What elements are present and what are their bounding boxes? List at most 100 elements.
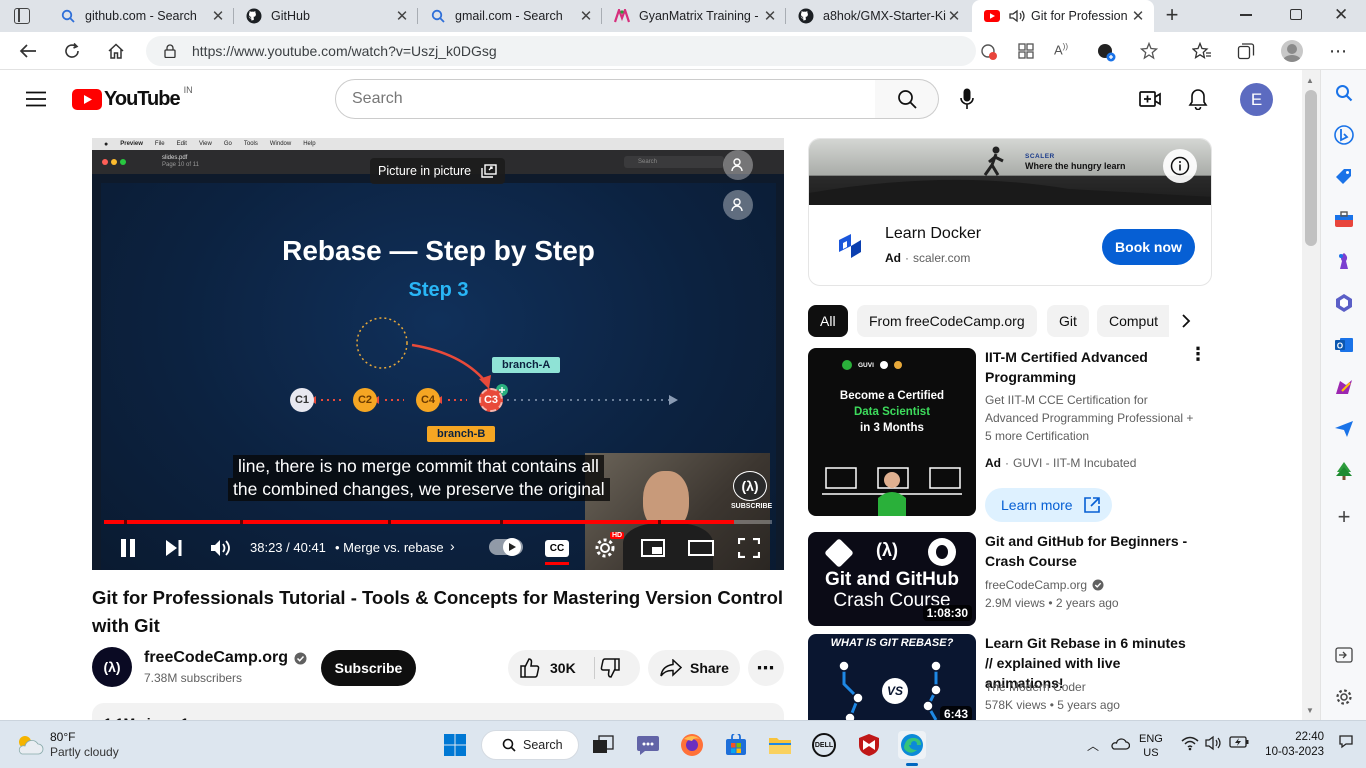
send-icon[interactable] [1333, 418, 1355, 440]
edge-browser-icon[interactable] [898, 731, 926, 766]
collections-button[interactable] [1232, 37, 1260, 65]
search-input[interactable] [352, 90, 852, 108]
home-button[interactable] [102, 37, 130, 65]
new-tab-button[interactable]: + [1162, 4, 1182, 26]
close-tab-icon[interactable]: ✕ [210, 7, 226, 25]
windows-start-icon[interactable] [441, 731, 469, 759]
close-tab-icon[interactable]: ✕ [1130, 7, 1146, 25]
pause-button[interactable] [116, 536, 140, 560]
shopping-tag-icon[interactable] [1333, 166, 1355, 188]
captions-button[interactable]: CC [544, 536, 570, 565]
chapter-chevron-icon[interactable]: › [450, 538, 455, 554]
youtube-logo[interactable]: YouTube IN [72, 85, 193, 111]
close-tab-icon[interactable]: ✕ [762, 7, 778, 25]
channel-avatar[interactable]: (λ) [92, 647, 132, 687]
language-indicator[interactable]: ENG US [1139, 732, 1163, 760]
refresh-button[interactable] [58, 37, 86, 65]
weather-desc[interactable]: Partly cloudy [50, 745, 119, 759]
microsoft-store-icon[interactable] [722, 731, 750, 759]
create-button[interactable] [1138, 87, 1162, 111]
back-button[interactable] [14, 37, 42, 65]
dell-icon[interactable]: DELL [810, 731, 838, 759]
menu-hamburger-icon[interactable] [24, 87, 48, 111]
weather-temp[interactable]: 80°F [50, 730, 75, 744]
wifi-icon[interactable] [1181, 735, 1199, 756]
video-player[interactable]: ● Preview File Edit View Go Tools Window… [92, 138, 784, 570]
notification-center-icon[interactable] [1338, 733, 1354, 754]
ad-card[interactable]: SCALER Where the hungry learn Learn Dock… [808, 138, 1212, 286]
dislike-button[interactable] [600, 658, 620, 683]
speaker-icon[interactable] [1009, 8, 1025, 24]
ad-info-button[interactable] [1163, 149, 1197, 183]
search-button[interactable] [875, 79, 939, 119]
close-tab-icon[interactable]: ✕ [394, 7, 410, 25]
lock-icon[interactable] [164, 44, 176, 63]
bing-icon[interactable] [1333, 124, 1355, 146]
address-bar[interactable]: https://www.youtube.com/watch?v=Uszj_k0D… [146, 36, 1159, 66]
notifications-button[interactable] [1186, 87, 1210, 111]
rec-thumbnail[interactable]: (λ) Git and GitHub Crash Course 1:08:30 [808, 532, 976, 626]
channel-name-link[interactable]: freeCodeCamp.org [144, 649, 307, 667]
settings-button[interactable]: HD [592, 532, 625, 560]
theater-mode-button[interactable] [688, 536, 714, 560]
tab-gyanmatrix[interactable]: GyanMatrix Training - ✕ [602, 0, 786, 32]
autoplay-toggle[interactable] [489, 538, 523, 556]
volume-icon[interactable] [1205, 735, 1223, 756]
hide-sidebar-icon[interactable] [1333, 644, 1355, 666]
tab-actions-icon[interactable] [14, 8, 30, 24]
tab-gmx-starter[interactable]: a8hok/GMX-Starter-Ki ✕ [786, 0, 970, 32]
outlook-icon[interactable]: O [1333, 334, 1355, 356]
subscribe-button[interactable]: Subscribe [321, 650, 416, 686]
profile-avatar[interactable] [1278, 37, 1306, 65]
rec-thumbnail[interactable]: WHAT IS GIT REBASE? VS 6:43 [808, 634, 976, 728]
battery-icon[interactable] [1229, 735, 1249, 754]
read-aloud-icon[interactable]: A)) [1054, 42, 1068, 57]
scrollbar-thumb[interactable] [1305, 90, 1317, 246]
url-text[interactable]: https://www.youtube.com/watch?v=Uszj_k0D… [192, 43, 497, 59]
progress-track[interactable] [104, 520, 772, 524]
tracking-prevention-icon[interactable] [980, 43, 998, 66]
rec-channel-row[interactable]: freeCodeCamp.org [985, 576, 1104, 594]
book-now-button[interactable]: Book now [1102, 229, 1195, 265]
mute-button[interactable] [208, 536, 234, 560]
account-avatar[interactable]: E [1240, 83, 1273, 116]
close-tab-icon[interactable]: ✕ [578, 7, 594, 25]
minimize-button[interactable] [1240, 14, 1252, 16]
microsoft365-icon[interactable] [1333, 292, 1355, 314]
scroll-down-icon[interactable]: ▼ [1306, 706, 1314, 715]
share-button[interactable]: Share [648, 650, 740, 686]
favorites-button[interactable] [1188, 37, 1216, 65]
rec-channel[interactable]: The Modern Coder [985, 678, 1086, 696]
system-clock[interactable]: 22:40 10-03-2023 [1262, 730, 1324, 760]
more-actions-button[interactable]: ⋯ [748, 650, 784, 686]
tab-gmail-search[interactable]: gmail.com - Search ✕ [418, 0, 602, 32]
tab-youtube-active[interactable]: Git for Profession ✕ [972, 0, 1154, 32]
mcafee-icon[interactable] [855, 731, 883, 759]
search-box[interactable] [335, 79, 876, 119]
search-icon[interactable] [1333, 82, 1355, 104]
restore-button[interactable] [1290, 9, 1302, 20]
page-scrollbar[interactable]: ▲ ▼ [1302, 70, 1320, 720]
chip-computer[interactable]: Comput [1097, 305, 1169, 337]
rec-title[interactable]: IIT-M Certified Advanced Programming [985, 347, 1185, 387]
learn-more-button[interactable]: Learn more [985, 488, 1112, 522]
share-user-icon[interactable] [723, 150, 753, 180]
favorite-icon[interactable] [1139, 41, 1159, 65]
tree-icon[interactable] [1333, 460, 1355, 482]
voice-search-button[interactable] [955, 87, 979, 111]
weather-icon[interactable] [14, 730, 44, 760]
gear-icon[interactable] [1333, 686, 1355, 708]
like-button[interactable]: 30K [508, 650, 594, 686]
add-sidebar-app-icon[interactable]: + [1333, 504, 1355, 529]
extension-icon[interactable] [1096, 42, 1116, 67]
onedrive-icon[interactable] [1110, 736, 1131, 755]
chips-next-button[interactable] [1172, 305, 1200, 337]
rec-title[interactable]: Git and GitHub for Beginners - Crash Cou… [985, 531, 1190, 571]
user-profile-icon[interactable] [723, 190, 753, 220]
firefox-icon[interactable] [678, 731, 706, 759]
miniplayer-button[interactable] [640, 536, 666, 560]
chip-all[interactable]: All [808, 305, 848, 337]
scroll-up-icon[interactable]: ▲ [1306, 76, 1314, 85]
tools-icon[interactable] [1333, 208, 1355, 230]
close-tab-icon[interactable]: ✕ [946, 7, 962, 25]
